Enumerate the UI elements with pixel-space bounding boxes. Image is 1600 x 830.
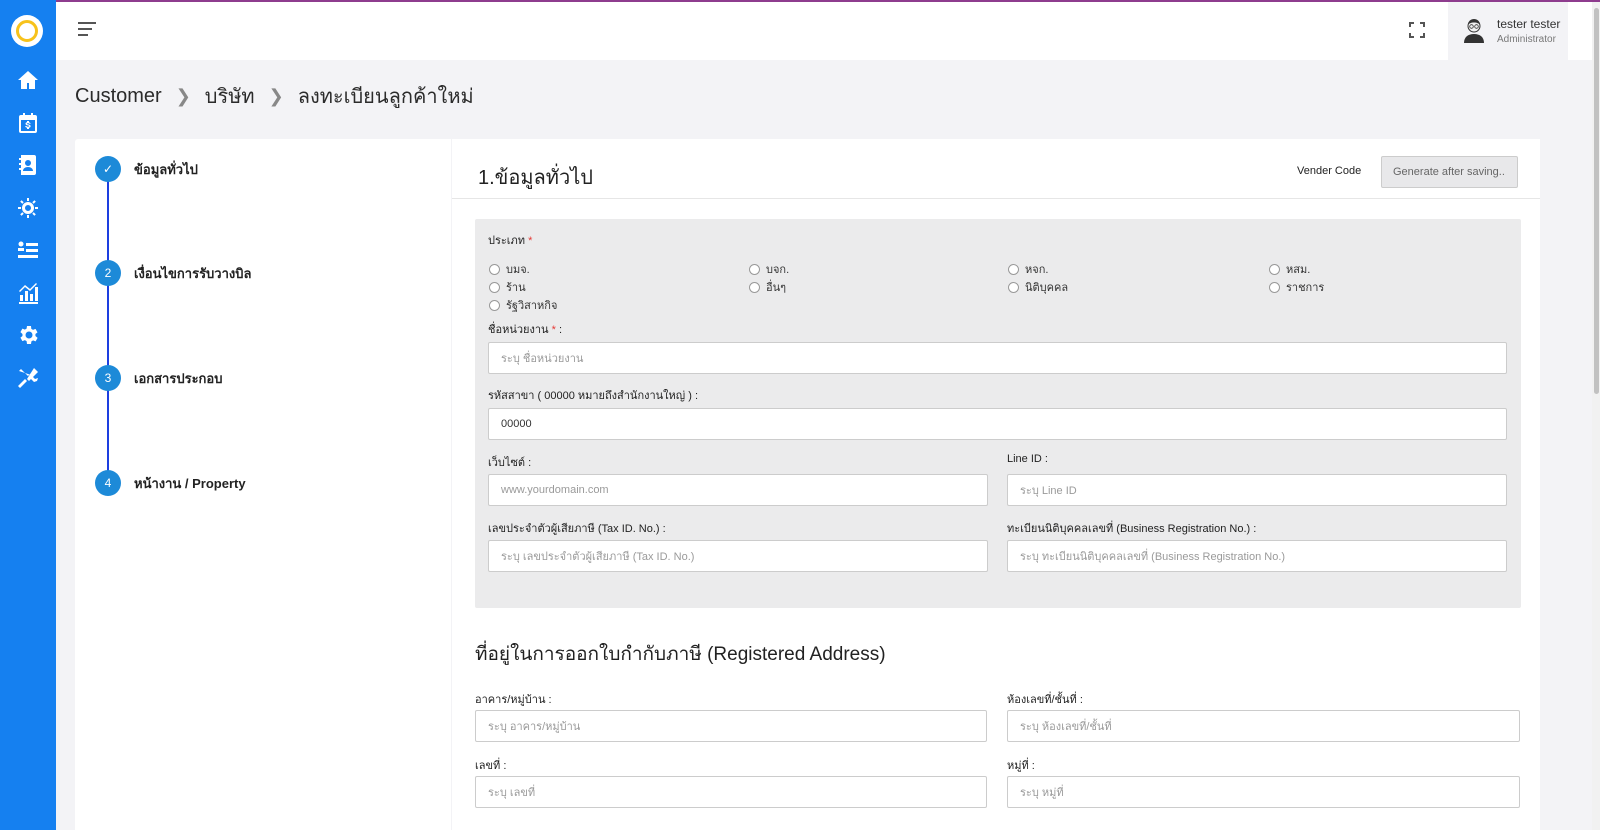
settings-icon[interactable]: [15, 322, 41, 348]
gear-cluster-icon[interactable]: [15, 195, 41, 221]
step-number: 2: [95, 260, 121, 286]
house-no-label: เลขที่ :: [475, 760, 507, 772]
moo-input[interactable]: ระบุ หมู่ที่: [1007, 776, 1520, 808]
user-name: tester tester: [1497, 17, 1561, 31]
page-scrollbar[interactable]: [1592, 2, 1600, 830]
moo-label: หมู่ที่ :: [1007, 760, 1035, 772]
house-no-input[interactable]: ระบุ เลขที่: [475, 776, 987, 808]
radio-type-partnership[interactable]: หจก.: [1008, 260, 1048, 278]
step-navigator: ✓ ข้อมูลทั่วไป 2 เงื่อนไขการรับวางบิล 3 …: [75, 139, 451, 830]
general-info-box: ประเภท * บมจ. บจก. หจก. หสม. ร้าน อื่นๆ …: [475, 219, 1521, 608]
sidebar: [0, 0, 56, 830]
radio-type-juristic[interactable]: นิติบุคคล: [1008, 278, 1068, 296]
type-label: ประเภท *: [488, 235, 533, 247]
divider: [452, 198, 1540, 199]
home-icon[interactable]: [15, 67, 41, 93]
business-reg-input[interactable]: ระบุ ทะเบียนนิติบุคคลเลขที่ (Business Re…: [1007, 540, 1507, 572]
list-icon[interactable]: [15, 237, 41, 263]
form-title: 1.ข้อมูลทั่วไป: [478, 167, 593, 189]
branch-code-input[interactable]: 00000: [488, 408, 1507, 440]
breadcrumb-current: ลงทะเบียนลูกค้าใหม่: [297, 86, 474, 108]
step-connector-line: [107, 172, 109, 487]
website-label: เว็บไซต์ :: [488, 457, 532, 469]
line-id-label: Line ID :: [1007, 453, 1048, 465]
form-panel: 1.ข้อมูลทั่วไป Vender Code Generate afte…: [452, 139, 1540, 830]
analytics-icon[interactable]: [15, 280, 41, 306]
branch-code-label: รหัสสาขา ( 00000 หมายถึงสำนักงานใหญ่ ) :: [488, 390, 698, 402]
fullscreen-icon[interactable]: [1409, 22, 1425, 38]
radio-type-state-enterprise[interactable]: รัฐวิสาหกิจ: [489, 296, 557, 314]
breadcrumb: Customer ❯ บริษัท ❯ ลงทะเบียนลูกค้าใหม่: [75, 80, 474, 112]
breadcrumb-customer[interactable]: Customer: [75, 85, 162, 108]
business-reg-label: ทะเบียนนิติบุคคลเลขที่ (Business Registr…: [1007, 523, 1257, 535]
step-label: เงื่อนไขการรับวางบิล: [134, 265, 252, 281]
check-icon: ✓: [95, 156, 121, 182]
step-number: 3: [95, 365, 121, 391]
website-input[interactable]: www.yourdomain.com: [488, 474, 988, 506]
step-property[interactable]: 4 หน้างาน / Property: [95, 470, 246, 496]
step-label: ข้อมูลทั่วไป: [134, 161, 198, 177]
step-label: หน้างาน / Property: [134, 475, 246, 491]
room-floor-input[interactable]: ระบุ ห้องเลขที่/ชั้นที่: [1007, 710, 1520, 742]
user-role: Administrator: [1497, 34, 1556, 45]
org-name-label: ชื่อหน่วยงาน * :: [488, 324, 563, 336]
step-documents[interactable]: 3 เอกสารประกอบ: [95, 365, 223, 391]
step-label: เอกสารประกอบ: [134, 370, 223, 386]
chevron-right-icon: ❯: [175, 85, 191, 106]
chevron-right-icon: ❯: [268, 85, 284, 106]
radio-type-other[interactable]: อื่นๆ: [749, 278, 786, 296]
step-general-info[interactable]: ✓ ข้อมูลทั่วไป: [95, 156, 198, 182]
radio-type-shop[interactable]: ร้าน: [489, 278, 526, 296]
scrollbar-thumb[interactable]: [1594, 8, 1599, 394]
top-header: tester tester Administrator: [56, 2, 1592, 60]
app-logo[interactable]: [11, 15, 43, 47]
registered-address-title: ที่อยู่ในการออกใบกำกับภาษี (Registered A…: [475, 644, 886, 665]
avatar: [1462, 17, 1486, 43]
vender-code-field: Generate after saving..: [1381, 156, 1518, 188]
contact-book-icon[interactable]: [15, 152, 41, 178]
radio-type-government[interactable]: ราชการ: [1269, 278, 1324, 296]
building-label: อาคาร/หมู่บ้าน :: [475, 694, 552, 706]
vender-code-label: Vender Code: [1297, 165, 1362, 177]
calendar-dollar-icon[interactable]: [15, 110, 41, 136]
menu-toggle-icon[interactable]: [78, 22, 96, 38]
tools-icon[interactable]: [15, 365, 41, 391]
radio-type-coltd[interactable]: บจก.: [749, 260, 789, 278]
step-number: 4: [95, 470, 121, 496]
radio-type-unregistered[interactable]: หสม.: [1269, 260, 1310, 278]
line-id-input[interactable]: ระบุ Line ID: [1007, 474, 1507, 506]
step-billing-conditions[interactable]: 2 เงื่อนไขการรับวางบิล: [95, 260, 251, 286]
tax-id-label: เลขประจำตัวผู้เสียภาษี (Tax ID. No.) :: [488, 523, 666, 535]
tax-id-input[interactable]: ระบุ เลขประจำตัวผู้เสียภาษี (Tax ID. No.…: [488, 540, 988, 572]
room-floor-label: ห้องเลขที่/ชั้นที่ :: [1007, 694, 1083, 706]
building-input[interactable]: ระบุ อาคาร/หมู่บ้าน: [475, 710, 987, 742]
org-name-input[interactable]: ระบุ ชื่อหน่วยงาน: [488, 342, 1507, 374]
radio-type-pcl[interactable]: บมจ.: [489, 260, 530, 278]
user-menu[interactable]: tester tester Administrator: [1448, 2, 1568, 60]
breadcrumb-company[interactable]: บริษัท: [205, 80, 255, 112]
